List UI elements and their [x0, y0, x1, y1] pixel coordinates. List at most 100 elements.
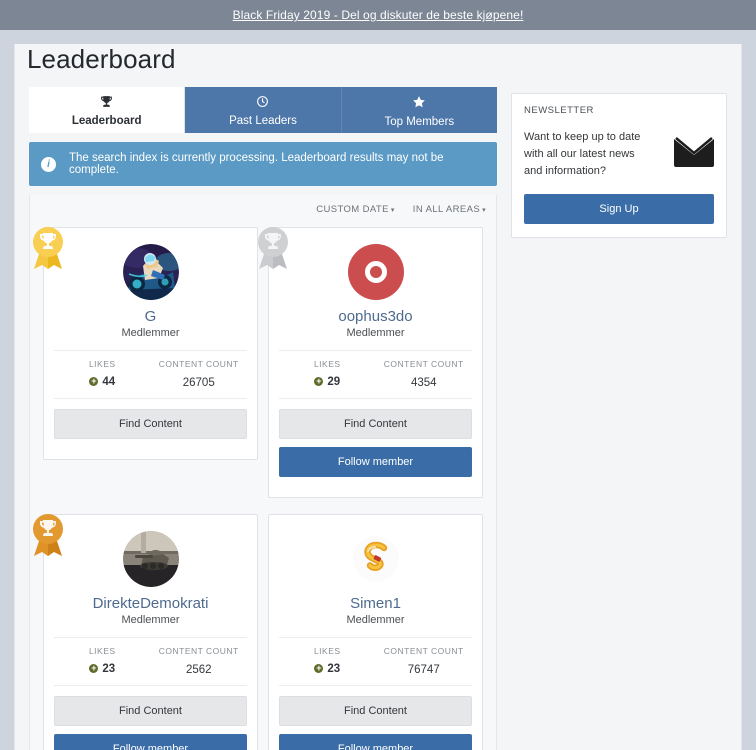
likes-label: LIKES	[313, 646, 341, 656]
main-column: Leaderboard Past Leaders Top Members i T…	[29, 87, 497, 750]
avatar-photo-motorcycle	[122, 244, 179, 300]
member-stats: LIKES 23 CONTENT COUNT 2562	[54, 637, 247, 686]
content-count-value: 2562	[185, 664, 212, 676]
tab-label: Leaderboard	[71, 115, 142, 127]
custom-date-label: CUSTOM DATE	[316, 204, 389, 215]
find-content-button[interactable]: Find Content	[279, 696, 472, 726]
content-count-stat: CONTENT COUNT 2562	[151, 646, 248, 678]
avatar[interactable]	[122, 531, 179, 587]
info-icon: i	[41, 156, 56, 172]
announcement-banner: Black Friday 2019 - Del og diskuter de b…	[0, 0, 756, 30]
member-card-2: oophus3do Medlemmer LIKES 29 CONTENT COU…	[258, 227, 483, 498]
bronze-medal-icon	[30, 512, 66, 558]
sidebar: NEWSLETTER Want to keep up to date with …	[511, 87, 727, 238]
leaderboard-card: Simen1 Medlemmer LIKES 23 CONTENT COUNT …	[263, 508, 488, 750]
member-card-4: Simen1 Medlemmer LIKES 23 CONTENT COUNT …	[268, 514, 483, 750]
likes-value: 23	[102, 662, 116, 675]
avatar-letter-o	[364, 261, 387, 283]
filter-bar: CUSTOM DATE ▾ IN ALL AREAS ▾	[30, 195, 496, 221]
content-count-stat: CONTENT COUNT 76747	[376, 646, 473, 678]
content-count-label: CONTENT COUNT	[158, 646, 239, 656]
clock-icon	[185, 95, 340, 112]
avatar-wrap	[269, 244, 482, 300]
gold-medal-icon	[30, 225, 66, 271]
newsletter-block: NEWSLETTER Want to keep up to date with …	[511, 93, 727, 238]
custom-date-filter[interactable]: CUSTOM DATE ▾	[316, 204, 395, 215]
areas-filter[interactable]: IN ALL AREAS ▾	[413, 204, 486, 215]
likes-value-wrap: 44	[89, 376, 115, 388]
tab-leaderboard[interactable]: Leaderboard	[29, 87, 186, 133]
avatar-wrap	[44, 531, 257, 587]
member-card-1: G Medlemmer LIKES 44 CONTENT COUNT 26705	[33, 227, 258, 460]
likes-stat: LIKES 29	[279, 359, 376, 391]
find-content-button[interactable]: Find Content	[54, 409, 247, 439]
plus-circle-icon	[89, 376, 99, 387]
member-group: Medlemmer	[346, 614, 405, 626]
avatar[interactable]	[347, 531, 404, 587]
content-count-label: CONTENT COUNT	[158, 359, 239, 369]
avatar-s-logo	[347, 531, 404, 587]
likes-value: 23	[327, 662, 341, 675]
leaderboard-panel: CUSTOM DATE ▾ IN ALL AREAS ▾ G Medlemmer…	[29, 195, 497, 750]
member-name[interactable]: DirekteDemokrati	[44, 595, 257, 613]
member-name[interactable]: oophus3do	[269, 308, 482, 326]
search-index-alert: i The search index is currently processi…	[29, 142, 497, 186]
likes-value: 29	[327, 375, 341, 388]
tab-past-leaders[interactable]: Past Leaders	[185, 87, 342, 133]
newsletter-body: Want to keep up to date with all our lat…	[524, 129, 714, 180]
trophy-icon	[29, 95, 184, 112]
content-count-label: CONTENT COUNT	[383, 646, 464, 656]
avatar-photo-tank	[122, 531, 179, 587]
avatar-wrap	[269, 531, 482, 587]
likes-label: LIKES	[313, 359, 341, 369]
likes-value-wrap: 29	[314, 376, 340, 388]
find-content-button[interactable]: Find Content	[279, 409, 472, 439]
newsletter-signup-button[interactable]: Sign Up	[524, 194, 714, 224]
content-count-label: CONTENT COUNT	[383, 359, 464, 369]
content-count-value: 4354	[410, 377, 437, 389]
content-count-stat: CONTENT COUNT 4354	[376, 359, 473, 391]
plus-circle-icon	[314, 376, 324, 387]
newsletter-title: NEWSLETTER	[524, 105, 594, 116]
member-group: Medlemmer	[346, 327, 405, 339]
leaderboard-card: oophus3do Medlemmer LIKES 29 CONTENT COU…	[258, 221, 488, 508]
member-name[interactable]: Simen1	[269, 595, 482, 613]
leaderboard-card: G Medlemmer LIKES 44 CONTENT COUNT 26705	[33, 221, 263, 508]
member-card-3: DirekteDemokrati Medlemmer LIKES 23 CONT…	[33, 514, 258, 750]
chevron-down-icon: ▾	[390, 207, 395, 214]
member-stats: LIKES 29 CONTENT COUNT 4354	[279, 350, 472, 399]
member-name[interactable]: G	[44, 308, 257, 326]
follow-member-button[interactable]: Follow member	[54, 734, 247, 750]
announcement-link[interactable]: Black Friday 2019 - Del og diskuter de b…	[233, 8, 524, 22]
member-stats: LIKES 44 CONTENT COUNT 26705	[54, 350, 247, 399]
page-title: Leaderboard	[27, 44, 176, 74]
chevron-down-icon: ▾	[482, 207, 486, 214]
plus-circle-icon	[314, 663, 324, 674]
newsletter-text: Want to keep up to date with all our lat…	[524, 131, 641, 177]
avatar[interactable]	[347, 244, 404, 300]
likes-value-wrap: 23	[314, 663, 340, 675]
avatar[interactable]	[122, 244, 179, 300]
plus-circle-icon	[89, 663, 99, 674]
member-stats: LIKES 23 CONTENT COUNT 76747	[279, 637, 472, 686]
alert-text: The search index is currently processing…	[69, 152, 444, 176]
star-icon	[342, 95, 497, 113]
leaderboard-tabs: Leaderboard Past Leaders Top Members	[29, 87, 497, 133]
page-container: Leaderboard Leaderboard Past Leaders Top…	[14, 44, 742, 750]
content-count-stat: CONTENT COUNT 26705	[151, 359, 248, 391]
likes-value: 44	[102, 375, 116, 388]
tab-label: Past Leaders	[229, 115, 297, 127]
follow-member-button[interactable]: Follow member	[279, 447, 472, 477]
areas-label: IN ALL AREAS	[412, 204, 481, 215]
silver-medal-icon	[255, 225, 291, 271]
find-content-button[interactable]: Find Content	[54, 696, 247, 726]
tab-top-members[interactable]: Top Members	[341, 87, 497, 133]
member-group: Medlemmer	[121, 327, 180, 339]
member-group: Medlemmer	[121, 614, 180, 626]
likes-stat: LIKES 44	[54, 359, 151, 391]
likes-stat: LIKES 23	[279, 646, 376, 678]
follow-member-button[interactable]: Follow member	[279, 734, 472, 750]
content-count-value: 26705	[182, 377, 215, 389]
envelope-icon	[674, 137, 714, 172]
tab-label: Top Members	[384, 116, 455, 128]
